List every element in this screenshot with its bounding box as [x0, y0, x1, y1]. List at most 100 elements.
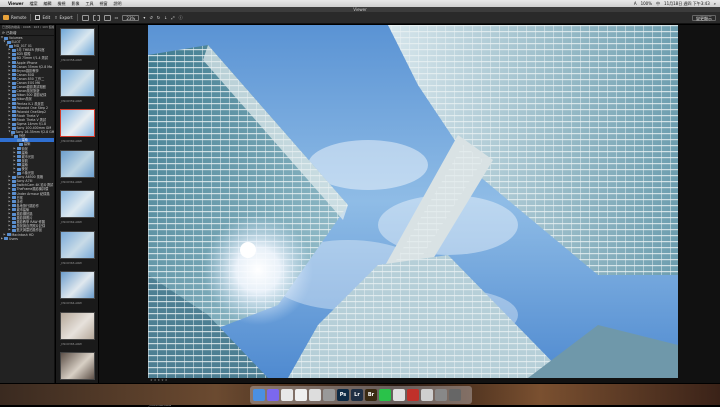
folder-icon	[11, 228, 16, 232]
app-menu[interactable]: Viewer	[8, 1, 24, 6]
folder-icon	[11, 212, 16, 216]
folder-icon	[11, 122, 16, 126]
thumbnail-label: _DSC0364.ARW	[60, 301, 82, 305]
sidebar-item-49[interactable]: ▶ Users	[0, 237, 54, 241]
input-method[interactable]: 中	[656, 1, 660, 7]
layout-grid-icon[interactable]	[92, 14, 100, 21]
photoshop-icon[interactable]: Ps	[337, 389, 349, 401]
thumbnail-label: _DSC0363.ARW	[60, 260, 82, 265]
sidebar-item-23[interactable]: ▼ Sony 16-35mm f/2.8 GM	[0, 130, 55, 134]
folder-icon	[11, 179, 16, 183]
rotate-left-icon[interactable]: ↺	[149, 15, 152, 20]
preview-icon[interactable]	[421, 389, 433, 401]
lightroom-icon[interactable]: Lr	[351, 389, 363, 401]
zoom-out-icon[interactable]: ▭	[115, 15, 119, 20]
bridge-icon[interactable]: Br	[365, 389, 377, 401]
edit-button[interactable]: Edit	[35, 15, 50, 20]
thumbnail[interactable]	[60, 190, 95, 218]
thumbnail-label: _DSC0361.ARW	[60, 179, 82, 184]
chrome-icon[interactable]	[281, 389, 293, 401]
line-icon[interactable]	[379, 389, 391, 401]
down-arrow-icon[interactable]: ↓	[164, 15, 167, 20]
thumbnail-label: _DSC0366.ARW	[60, 382, 96, 383]
viewer-icon[interactable]	[407, 389, 419, 401]
trash-icon[interactable]	[449, 389, 461, 401]
folder-icon	[11, 52, 16, 56]
export-button[interactable]: ⇪ Export	[54, 15, 72, 20]
image-viewer: _DSC0360.ARW	[99, 25, 720, 407]
menu-window[interactable]: 視窗	[100, 1, 108, 7]
menu-help[interactable]: 說明	[114, 1, 122, 7]
spotlight-icon[interactable]: ⌕	[714, 1, 716, 6]
thumbnail[interactable]	[60, 311, 95, 340]
folder-icon	[16, 147, 21, 151]
launchpad-icon[interactable]	[267, 389, 279, 401]
folder-icon	[11, 48, 16, 52]
finder-icon[interactable]	[253, 389, 265, 401]
menu-image[interactable]: 影像	[72, 1, 80, 7]
fit-icon[interactable]: ⤢	[171, 15, 174, 20]
folder-icon	[11, 208, 16, 212]
folder-icon	[11, 188, 16, 192]
zoom-level[interactable]: 23%	[122, 14, 140, 21]
thumbnail[interactable]	[60, 28, 95, 56]
separator	[76, 14, 78, 21]
menu-file[interactable]: 檔案	[30, 1, 38, 7]
clock[interactable]: 11月18日 週四 下午3:43	[664, 1, 710, 7]
folder-icon	[11, 57, 16, 61]
folder-icon	[11, 81, 16, 85]
folder-icon	[11, 106, 16, 110]
menu-tools[interactable]: 工具	[86, 1, 94, 7]
thumbnail[interactable]	[60, 352, 95, 380]
folder-icon	[16, 138, 21, 142]
compare-icon[interactable]	[103, 14, 111, 21]
folder-icon	[11, 118, 16, 122]
system-preferences-icon[interactable]	[323, 389, 335, 401]
status-item-1[interactable]: A	[634, 1, 637, 6]
remote-button[interactable]: Remote	[3, 15, 26, 20]
menu-view[interactable]: 檢視	[58, 1, 66, 7]
thumbnail[interactable]	[60, 68, 95, 97]
zoom-dropdown-icon[interactable]: ▾	[143, 15, 145, 20]
layout-single-icon[interactable]	[81, 14, 89, 21]
folder-icon	[11, 110, 16, 114]
rotate-right-icon[interactable]: ↻	[157, 15, 160, 20]
calendar-icon[interactable]	[393, 389, 405, 401]
thumbnail-label: _DSC0362.ARW	[60, 220, 82, 224]
folder-tree: ▼ Volumes ▼ ELIOT ▼ MD_01T 01 ▶ 5月 TMBER 資料館 ▶ 5D…	[0, 36, 54, 241]
folder-icon[interactable]	[435, 389, 447, 401]
main-photo[interactable]	[148, 25, 678, 378]
folder-icon	[16, 167, 21, 171]
document-icon[interactable]	[309, 389, 321, 401]
folder-icon	[11, 102, 16, 106]
folder-icon	[11, 73, 16, 77]
folder-icon	[11, 224, 16, 228]
thumbnail-label: _DSC0358.ARW	[60, 58, 82, 62]
notes-icon[interactable]	[295, 389, 307, 401]
folder-icon	[11, 196, 16, 200]
edit-label: Edit	[42, 15, 51, 20]
export-icon: ⇪	[54, 15, 58, 20]
folder-icon	[9, 44, 13, 48]
edit-icon	[35, 15, 41, 20]
menu-edit[interactable]: 編輯	[44, 1, 52, 7]
folder-icon	[11, 175, 16, 179]
folder-icon	[11, 65, 16, 69]
folder-icon	[11, 77, 16, 81]
sidebar-item-label: Users	[9, 236, 18, 241]
folder-icon	[11, 192, 16, 196]
thumbnail[interactable]	[60, 230, 95, 259]
battery-status[interactable]: 100%	[641, 1, 652, 6]
thumbnail[interactable]	[60, 149, 95, 178]
thumbnail[interactable]	[60, 109, 95, 137]
folder-icon	[11, 183, 16, 187]
folder-icon	[11, 204, 16, 208]
sync-icon[interactable]: ⟳	[2, 31, 5, 35]
rating-stars[interactable]: ★★★★★	[150, 378, 168, 382]
folder-icon	[11, 200, 16, 204]
folder-icon	[11, 61, 16, 65]
thumbnail[interactable]	[60, 271, 95, 299]
view-mode-button[interactable]: 變更顯示	[692, 14, 716, 21]
info-icon[interactable]: ⓘ	[179, 15, 183, 21]
folder-icon	[19, 142, 23, 146]
